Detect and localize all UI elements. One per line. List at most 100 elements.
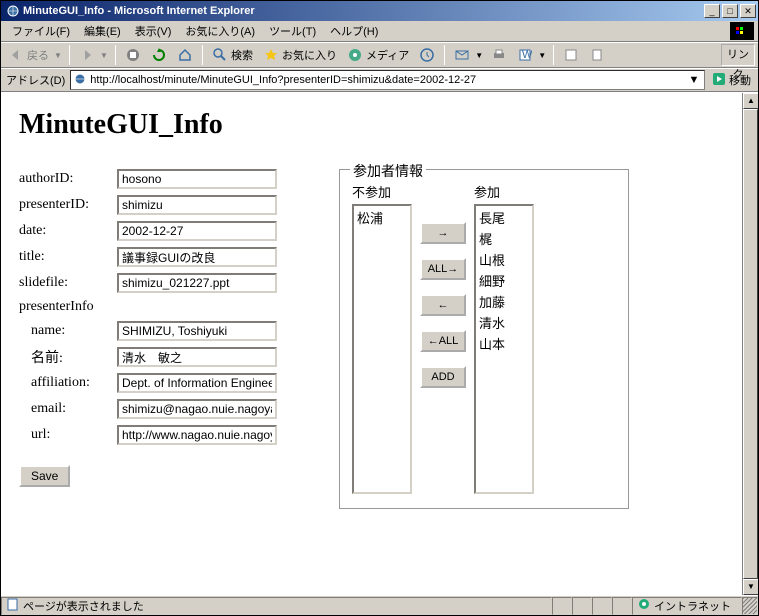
move-right-button[interactable]: →: [420, 222, 466, 244]
menu-edit[interactable]: 編集(E): [77, 21, 128, 41]
list-item[interactable]: 細野: [477, 270, 531, 291]
favorites-button[interactable]: お気に入り: [259, 44, 341, 66]
menu-view[interactable]: 表示(V): [128, 21, 179, 41]
save-button[interactable]: Save: [19, 465, 70, 487]
label-title: title:: [19, 249, 117, 265]
edit-dropdown-icon: ▼: [536, 51, 544, 60]
input-url[interactable]: [117, 425, 277, 445]
absent-listbox[interactable]: 松浦: [352, 204, 412, 494]
menu-tools[interactable]: ツール(T): [262, 21, 323, 41]
page-status-icon: [6, 597, 20, 614]
media-button[interactable]: メディア: [343, 44, 413, 66]
refresh-icon: [151, 47, 167, 63]
absent-header: 不参加: [352, 182, 412, 201]
stop-icon: [125, 47, 141, 63]
status-cell-1: [552, 597, 572, 615]
label-presenterid: presenterID:: [19, 197, 117, 213]
url-box[interactable]: ▼: [70, 70, 705, 90]
input-affiliation[interactable]: [117, 373, 277, 393]
ie-icon: [6, 4, 20, 18]
label-url: url:: [19, 427, 117, 443]
list-item[interactable]: 長尾: [477, 207, 531, 228]
media-icon: [347, 47, 363, 63]
scroll-thumb[interactable]: [743, 109, 758, 579]
list-item[interactable]: 加藤: [477, 291, 531, 312]
mail-icon: [454, 47, 470, 63]
input-slidefile[interactable]: [117, 273, 277, 293]
print-icon: [491, 47, 507, 63]
input-authorid[interactable]: [117, 169, 277, 189]
refresh-button[interactable]: [147, 44, 171, 66]
address-label: アドレス(D): [4, 72, 67, 88]
input-title[interactable]: [117, 247, 277, 267]
history-button[interactable]: [415, 44, 439, 66]
address-bar: アドレス(D) ▼ 移動: [1, 68, 758, 92]
status-cell-2: [572, 597, 592, 615]
present-listbox[interactable]: 長尾 梶 山根 細野 加藤 清水 山本: [474, 204, 534, 494]
form-column: authorID: presenterID: date: title: slid…: [19, 169, 309, 487]
home-button[interactable]: [173, 44, 197, 66]
label-slidefile: slidefile:: [19, 275, 117, 291]
participants-legend: 参加者情報: [350, 161, 426, 181]
go-label: 移動: [729, 72, 751, 88]
menu-help[interactable]: ヘルプ(H): [323, 21, 385, 41]
input-presenterid[interactable]: [117, 195, 277, 215]
input-email[interactable]: [117, 399, 277, 419]
forward-dropdown-icon: ▼: [98, 51, 106, 60]
media-label: メディア: [366, 47, 409, 63]
zone-label: イントラネット: [654, 598, 731, 614]
go-button[interactable]: 移動: [708, 72, 755, 89]
search-icon: [212, 47, 228, 63]
minimize-button[interactable]: _: [704, 4, 720, 18]
back-button[interactable]: 戻る ▼: [4, 44, 64, 66]
menu-favorites[interactable]: お気に入り(A): [178, 21, 262, 41]
list-item[interactable]: 松浦: [355, 207, 409, 228]
close-button[interactable]: ✕: [740, 4, 756, 18]
move-left-button[interactable]: ←: [420, 294, 466, 316]
go-icon: [712, 72, 726, 89]
window-title: MinuteGUI_Info - Microsoft Internet Expl…: [23, 5, 702, 17]
menu-file[interactable]: ファイル(F): [5, 21, 77, 41]
move-buttons: → ALL→ ← ←ALL ADD: [420, 182, 466, 388]
present-column: 参加 長尾 梶 山根 細野 加藤 清水 山本: [474, 182, 534, 494]
links-bar[interactable]: リンク: [721, 44, 755, 66]
move-allleft-button[interactable]: ←ALL: [420, 330, 466, 352]
move-allright-button[interactable]: ALL→: [420, 258, 466, 280]
page-icon: [73, 72, 87, 89]
favorites-icon: [263, 47, 279, 63]
edit-icon: W: [517, 47, 533, 63]
input-name[interactable]: [117, 321, 277, 341]
list-item[interactable]: 山本: [477, 333, 531, 354]
messenger-button[interactable]: [585, 44, 609, 66]
search-button[interactable]: 検索: [208, 44, 257, 66]
search-label: 検索: [231, 47, 253, 63]
vertical-scrollbar[interactable]: ▲ ▼: [742, 93, 758, 595]
resize-grip[interactable]: [742, 597, 758, 615]
stop-button[interactable]: [121, 44, 145, 66]
scroll-track[interactable]: [743, 109, 758, 579]
svg-text:W: W: [522, 49, 532, 61]
zone-icon: [637, 597, 651, 614]
list-item[interactable]: 山根: [477, 249, 531, 270]
url-dropdown-icon[interactable]: ▼: [686, 74, 702, 86]
back-icon: [8, 47, 24, 63]
status-message: ページが表示されました: [23, 598, 144, 614]
discuss-button[interactable]: [559, 44, 583, 66]
mail-button[interactable]: ▼: [450, 44, 485, 66]
scroll-up-button[interactable]: ▲: [743, 93, 758, 109]
input-date[interactable]: [117, 221, 277, 241]
maximize-button[interactable]: □: [722, 4, 738, 18]
print-button[interactable]: [487, 44, 511, 66]
scroll-down-button[interactable]: ▼: [743, 579, 758, 595]
present-header: 参加: [474, 182, 534, 201]
forward-button[interactable]: ▼: [75, 44, 110, 66]
favorites-label: お気に入り: [282, 47, 337, 63]
url-input[interactable]: [90, 74, 683, 86]
edit-button[interactable]: W▼: [513, 44, 548, 66]
add-button[interactable]: ADD: [420, 366, 466, 388]
list-item[interactable]: 梶: [477, 228, 531, 249]
absent-column: 不参加 松浦: [352, 182, 412, 494]
forward-icon: [79, 47, 95, 63]
list-item[interactable]: 清水: [477, 312, 531, 333]
input-namae[interactable]: [117, 347, 277, 367]
